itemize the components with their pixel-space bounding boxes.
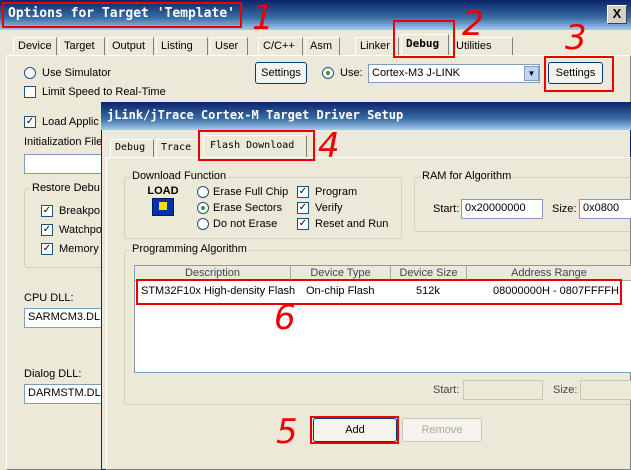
ram-size-value: 0x0800	[583, 202, 620, 214]
start2-label: Start:	[433, 384, 460, 396]
close-icon: X	[612, 6, 622, 21]
erase-sectors-label: Erase Sectors	[213, 202, 283, 214]
dialog-dll-input[interactable]: DARMSTM.DLL	[24, 384, 104, 404]
annotation-number-3: 3	[565, 18, 587, 58]
erase-full-chip-label: Erase Full Chip	[213, 186, 289, 198]
remove-button[interactable]: Remove	[402, 418, 482, 442]
annotation-box-1	[2, 2, 242, 28]
annotation-box-2	[393, 20, 455, 58]
limit-speed-label: Limit Speed to Real-Time	[42, 86, 166, 98]
tab-target[interactable]: Target	[59, 37, 105, 55]
reset-and-run-label: Reset and Run	[315, 218, 389, 230]
use-label: Use:	[340, 67, 363, 79]
load-icon: LOAD	[140, 185, 186, 221]
use-driver-radio[interactable]	[322, 67, 334, 79]
chevron-down-icon[interactable]: ▼	[524, 66, 539, 81]
driver-dialog-title-bar: jLink/jTrace Cortex-M Target Driver Setu…	[101, 102, 631, 130]
tab-user[interactable]: User	[210, 37, 248, 55]
ram-start-value: 0x20000000	[465, 202, 526, 214]
erase-sectors-radio[interactable]	[197, 202, 209, 214]
tab-device[interactable]: Device	[13, 37, 57, 55]
watchpoints-checkbox[interactable]: ✓	[41, 224, 53, 236]
start-label: Start:	[433, 203, 460, 215]
tab-listing[interactable]: Listing	[156, 37, 208, 55]
erase-full-chip-radio[interactable]	[197, 186, 209, 198]
reset-and-run-checkbox[interactable]: ✓	[297, 218, 309, 230]
annotation-number-5: 5	[276, 412, 298, 452]
tab-output[interactable]: Output	[107, 37, 154, 55]
algorithm-start-input[interactable]	[463, 380, 543, 400]
load-application-label: Load Applic	[42, 116, 99, 128]
dialog-dll-value: DARMSTM.DLL	[28, 387, 104, 399]
memory-checkbox[interactable]: ✓	[41, 243, 53, 255]
driver-value: Cortex-M3 J-LINK	[372, 67, 461, 79]
breakpoints-label: Breakpo	[59, 205, 100, 217]
init-file-input[interactable]	[24, 154, 104, 174]
ram-start-input[interactable]: 0x20000000	[461, 199, 543, 219]
verify-checkbox[interactable]: ✓	[297, 202, 309, 214]
cpu-dll-value: SARMCM3.DLL	[28, 311, 104, 323]
download-function-label: Download Function	[130, 170, 229, 182]
driver-dialog-title: jLink/jTrace Cortex-M Target Driver Setu…	[107, 108, 404, 122]
restore-debug-label: Restore Debu	[30, 182, 102, 194]
annotation-number-1: 1	[252, 0, 274, 38]
verify-label: Verify	[315, 202, 343, 214]
load-icon-text: LOAD	[147, 185, 179, 197]
cpu-dll-label: CPU DLL:	[24, 292, 74, 304]
tab-asm[interactable]: Asm	[305, 37, 340, 55]
do-not-erase-label: Do not Erase	[213, 218, 278, 230]
use-simulator-label: Use Simulator	[42, 67, 112, 79]
ram-size-input[interactable]: 0x0800	[579, 199, 631, 219]
breakpoints-checkbox[interactable]: ✓	[41, 205, 53, 217]
use-simulator-radio[interactable]	[24, 67, 36, 79]
ram-label: RAM for Algorithm	[420, 170, 514, 182]
watchpoints-label: Watchpo	[59, 224, 103, 236]
init-file-label: Initialization File:	[24, 136, 106, 148]
program-checkbox[interactable]: ✓	[297, 186, 309, 198]
annotation-number-6: 6	[274, 298, 296, 338]
programming-algorithm-label: Programming Algorithm	[130, 243, 249, 255]
size2-label: Size:	[553, 384, 578, 396]
dialog-dll-label: Dialog DLL:	[24, 368, 82, 380]
annotation-box-6	[136, 279, 622, 305]
driver-select[interactable]: Cortex-M3 J-LINK	[368, 64, 540, 83]
annotation-number-2: 2	[462, 4, 484, 44]
annotation-box-5	[310, 416, 399, 444]
program-label: Program	[315, 186, 358, 198]
do-not-erase-radio[interactable]	[197, 218, 209, 230]
memory-label: Memory	[59, 243, 99, 255]
algorithm-size-input[interactable]	[580, 380, 631, 400]
limit-speed-checkbox[interactable]	[24, 86, 36, 98]
annotation-box-3	[544, 56, 614, 92]
size-label: Size:	[552, 203, 577, 215]
tab-cc[interactable]: C/C++	[258, 37, 303, 55]
load-application-checkbox[interactable]: ✓	[24, 116, 36, 128]
cpu-dll-input[interactable]: SARMCM3.DLL	[24, 308, 104, 328]
tab-driver-debug[interactable]: Debug	[110, 139, 154, 157]
tab-driver-trace[interactable]: Trace	[156, 139, 200, 157]
annotation-box-4	[198, 130, 315, 161]
close-button[interactable]: X	[607, 5, 627, 24]
settings-button[interactable]: Settings	[255, 62, 307, 84]
annotation-number-4: 4	[318, 126, 340, 166]
